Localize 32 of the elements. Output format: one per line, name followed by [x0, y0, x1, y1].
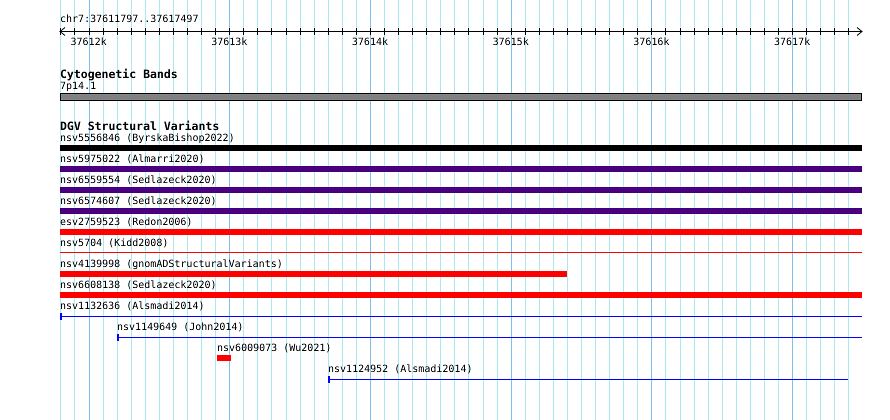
- tick-label: 37613k: [211, 37, 248, 48]
- tick-label: 37616k: [633, 37, 670, 48]
- feature-label[interactable]: nsv5704 (Kidd2008): [60, 238, 168, 250]
- tick-label: 37612k: [70, 37, 107, 48]
- variant-bar[interactable]: [60, 271, 567, 277]
- variant-bar[interactable]: [60, 166, 862, 172]
- feature-label[interactable]: nsv5556846 (ByrskaBishop2022): [60, 133, 235, 145]
- variant-line[interactable]: [60, 252, 862, 253]
- variant-bar[interactable]: [60, 145, 862, 151]
- feature-label[interactable]: nsv1132636 (Alsmadi2014): [60, 301, 204, 313]
- feature-label[interactable]: nsv1149649 (John2014): [117, 322, 244, 334]
- variant-bar[interactable]: [60, 187, 862, 193]
- feature-label[interactable]: nsv1124952 (Alsmadi2014): [328, 364, 472, 376]
- track-title: Cytogenetic Bands: [60, 68, 178, 81]
- feature-label[interactable]: esv2759523 (Redon2006): [60, 217, 192, 229]
- tick-label: 37615k: [492, 37, 529, 48]
- tick-label: 37614k: [352, 37, 388, 48]
- variant-bar[interactable]: [60, 208, 862, 214]
- location-label: chr7:37611797..37617497: [60, 14, 198, 26]
- feature-label[interactable]: nsv4139998 (gnomADStructuralVariants): [60, 259, 283, 271]
- cytoband-bar[interactable]: [60, 93, 862, 101]
- feature-label[interactable]: nsv5975022 (Almarri2020): [60, 154, 204, 166]
- feature-label[interactable]: 7p14.1: [60, 81, 96, 93]
- variant-bar[interactable]: [60, 292, 862, 298]
- feature-label[interactable]: nsv6009073 (Wu2021): [217, 343, 332, 355]
- track-title: DGV Structural Variants: [60, 120, 220, 133]
- variant-bar[interactable]: [60, 229, 862, 235]
- feature-label[interactable]: nsv6559554 (Sedlazeck2020): [60, 175, 217, 187]
- feature-label[interactable]: nsv6574607 (Sedlazeck2020): [60, 196, 217, 208]
- variant-bar[interactable]: [217, 355, 231, 361]
- feature-label[interactable]: nsv6608138 (Sedlazeck2020): [60, 280, 217, 292]
- tick-label: 37617k: [774, 37, 810, 48]
